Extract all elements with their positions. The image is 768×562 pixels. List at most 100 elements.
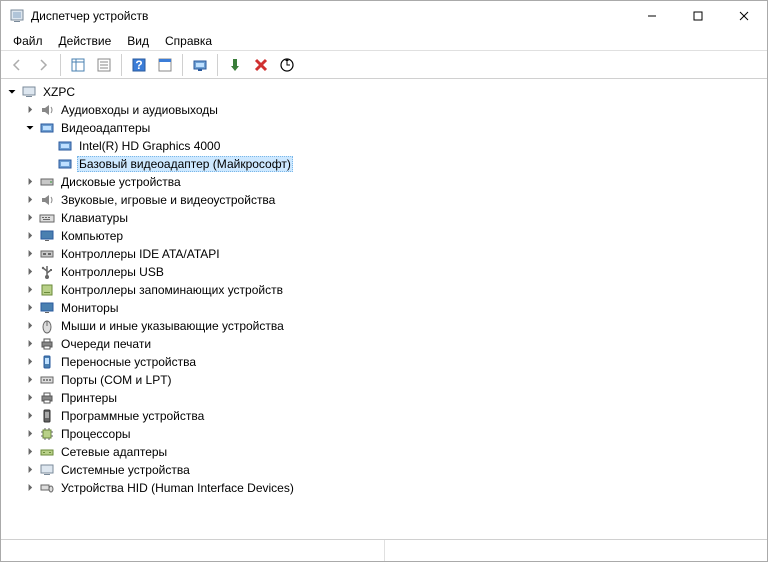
hid-icon <box>39 480 55 496</box>
node-cpu[interactable]: ⏵ Процессоры <box>5 425 767 443</box>
minimize-button[interactable] <box>629 1 675 31</box>
portable-icon <box>39 354 55 370</box>
expand-icon[interactable]: ⏵ <box>23 463 37 477</box>
tree-view[interactable]: ⏷ XZPC ⏵ Аудиовходы и аудиовыходы ⏷ Виде… <box>1 79 767 539</box>
expand-icon[interactable]: ⏵ <box>23 409 37 423</box>
toolbar: ? <box>1 51 767 79</box>
network-icon <box>39 444 55 460</box>
node-label: Клавиатуры <box>59 211 130 225</box>
display-adapter-icon <box>57 138 73 154</box>
tree-root[interactable]: ⏷ XZPC <box>5 83 767 101</box>
node-usb[interactable]: ⏵ Контроллеры USB <box>5 263 767 281</box>
node-label: Базовый видеоадаптер (Майкрософт) <box>77 156 293 172</box>
node-video-msbasic[interactable]: ⏵ Базовый видеоадаптер (Майкрософт) <box>5 155 767 173</box>
scan-hardware-button[interactable] <box>275 53 299 77</box>
expand-icon[interactable]: ⏵ <box>23 355 37 369</box>
menu-help[interactable]: Справка <box>157 32 220 50</box>
node-audio[interactable]: ⏵ Аудиовходы и аудиовыходы <box>5 101 767 119</box>
expand-icon[interactable]: ⏵ <box>23 265 37 279</box>
properties-button[interactable] <box>92 53 116 77</box>
expand-icon[interactable]: ⏵ <box>23 283 37 297</box>
show-hide-tree-button[interactable] <box>66 53 90 77</box>
node-label: Мыши и иные указывающие устройства <box>59 319 286 333</box>
speaker-icon <box>39 192 55 208</box>
node-video-intel[interactable]: ⏵ Intel(R) HD Graphics 4000 <box>5 137 767 155</box>
node-label: XZPC <box>41 85 77 99</box>
expand-icon[interactable]: ⏵ <box>23 319 37 333</box>
display-adapter-icon <box>57 156 73 172</box>
node-monitor[interactable]: ⏵ Мониторы <box>5 299 767 317</box>
menu-action[interactable]: Действие <box>51 32 120 50</box>
node-hid[interactable]: ⏵ Устройства HID (Human Interface Device… <box>5 479 767 497</box>
node-storage[interactable]: ⏵ Контроллеры запоминающих устройств <box>5 281 767 299</box>
statusbar <box>1 539 767 561</box>
node-label: Дисковые устройства <box>59 175 183 189</box>
node-label: Принтеры <box>59 391 119 405</box>
node-software[interactable]: ⏵ Программные устройства <box>5 407 767 425</box>
titlebar: Диспетчер устройств <box>1 1 767 31</box>
node-label: Программные устройства <box>59 409 206 423</box>
cpu-icon <box>39 426 55 442</box>
node-label: Аудиовходы и аудиовыходы <box>59 103 220 117</box>
svg-text:?: ? <box>135 58 142 72</box>
node-video[interactable]: ⏷ Видеоадаптеры <box>5 119 767 137</box>
node-label: Контроллеры IDE ATA/ATAPI <box>59 247 222 261</box>
expand-icon[interactable]: ⏵ <box>23 175 37 189</box>
node-network[interactable]: ⏵ Сетевые адаптеры <box>5 443 767 461</box>
expand-icon[interactable]: ⏵ <box>23 247 37 261</box>
expand-icon[interactable]: ⏵ <box>23 337 37 351</box>
update-driver-button[interactable] <box>188 53 212 77</box>
node-ide[interactable]: ⏵ Контроллеры IDE ATA/ATAPI <box>5 245 767 263</box>
app-icon <box>9 8 25 24</box>
node-printers[interactable]: ⏵ Принтеры <box>5 389 767 407</box>
printer-icon <box>39 390 55 406</box>
node-label: Процессоры <box>59 427 133 441</box>
node-label: Контроллеры запоминающих устройств <box>59 283 285 297</box>
node-system[interactable]: ⏵ Системные устройства <box>5 461 767 479</box>
controller-icon <box>39 246 55 262</box>
node-label: Переносные устройства <box>59 355 198 369</box>
node-label: Очереди печати <box>59 337 153 351</box>
computer-icon <box>21 84 37 100</box>
expand-icon[interactable]: ⏵ <box>23 229 37 243</box>
help-button[interactable]: ? <box>127 53 151 77</box>
system-icon <box>39 462 55 478</box>
node-computer[interactable]: ⏵ Компьютер <box>5 227 767 245</box>
node-sound[interactable]: ⏵ Звуковые, игровые и видеоустройства <box>5 191 767 209</box>
uninstall-device-button[interactable] <box>249 53 273 77</box>
node-portable[interactable]: ⏵ Переносные устройства <box>5 353 767 371</box>
expand-icon[interactable]: ⏵ <box>23 301 37 315</box>
node-label: Устройства HID (Human Interface Devices) <box>59 481 296 495</box>
enable-device-button[interactable] <box>223 53 247 77</box>
node-ports[interactable]: ⏵ Порты (COM и LPT) <box>5 371 767 389</box>
expand-icon[interactable]: ⏵ <box>23 373 37 387</box>
node-label: Контроллеры USB <box>59 265 166 279</box>
expand-icon[interactable]: ⏵ <box>23 427 37 441</box>
port-icon <box>39 372 55 388</box>
menu-file[interactable]: Файл <box>5 32 51 50</box>
close-button[interactable] <box>721 1 767 31</box>
expand-icon[interactable]: ⏵ <box>23 445 37 459</box>
expand-icon[interactable]: ⏵ <box>23 481 37 495</box>
forward-button[interactable] <box>31 53 55 77</box>
node-mouse[interactable]: ⏵ Мыши и иные указывающие устройства <box>5 317 767 335</box>
disk-icon <box>39 174 55 190</box>
menu-view[interactable]: Вид <box>119 32 157 50</box>
expand-icon[interactable]: ⏵ <box>23 211 37 225</box>
maximize-button[interactable] <box>675 1 721 31</box>
collapse-icon[interactable]: ⏷ <box>23 121 37 135</box>
usb-icon <box>39 264 55 280</box>
monitor-icon <box>39 228 55 244</box>
speaker-icon <box>39 102 55 118</box>
action-button[interactable] <box>153 53 177 77</box>
node-print-queue[interactable]: ⏵ Очереди печати <box>5 335 767 353</box>
expand-icon[interactable]: ⏵ <box>23 391 37 405</box>
collapse-icon[interactable]: ⏷ <box>5 85 19 99</box>
expand-icon[interactable]: ⏵ <box>23 193 37 207</box>
node-label: Intel(R) HD Graphics 4000 <box>77 139 222 153</box>
expand-icon[interactable]: ⏵ <box>23 103 37 117</box>
node-label: Звуковые, игровые и видеоустройства <box>59 193 277 207</box>
back-button[interactable] <box>5 53 29 77</box>
node-keyboard[interactable]: ⏵ Клавиатуры <box>5 209 767 227</box>
node-disk[interactable]: ⏵ Дисковые устройства <box>5 173 767 191</box>
